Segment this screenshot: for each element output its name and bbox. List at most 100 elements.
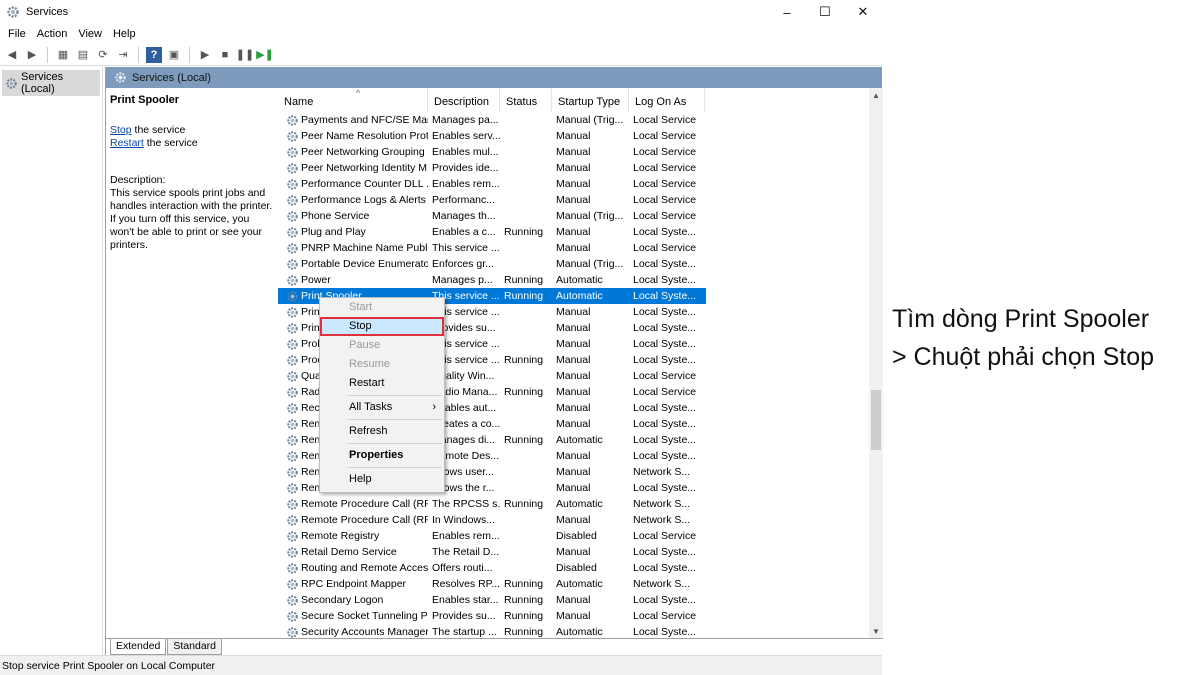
pause-service-icon[interactable]: ❚❚ bbox=[236, 47, 254, 63]
service-name: Prin bbox=[301, 322, 320, 334]
tree-label: Services (Local) bbox=[21, 71, 64, 95]
back-icon[interactable]: ◀ bbox=[4, 47, 20, 63]
service-name: Phone Service bbox=[301, 210, 370, 222]
ctx-refresh[interactable]: Refresh bbox=[320, 422, 444, 441]
service-startup-type: Manual bbox=[556, 450, 591, 462]
scroll-up-icon[interactable]: ▲ bbox=[869, 88, 883, 102]
properties-view-icon[interactable]: ▣ bbox=[166, 47, 182, 63]
service-name-cell: Secure Socket Tunneling Pr... bbox=[278, 610, 428, 623]
table-row[interactable]: Peer Networking Grouping Enables mul... Ma… bbox=[278, 144, 869, 160]
service-name: Ren bbox=[301, 418, 321, 430]
service-status: Running bbox=[504, 274, 544, 286]
ctx-help[interactable]: Help bbox=[320, 470, 444, 489]
ctx-all-tasks[interactable]: All Tasks › bbox=[320, 398, 444, 417]
refresh-icon[interactable]: ⟳ bbox=[95, 47, 111, 63]
service-name-cell: Peer Name Resolution Prot... bbox=[278, 130, 428, 143]
col-startup-type[interactable]: Startup Type bbox=[552, 88, 629, 112]
service-name-cell: Remote Registry bbox=[278, 530, 428, 543]
table-row[interactable]: Portable Device Enumerator... Enforces gr… bbox=[278, 256, 869, 272]
service-startup-type: Manual bbox=[556, 514, 591, 526]
ctx-stop[interactable]: Stop bbox=[320, 317, 444, 336]
service-gear-icon bbox=[287, 322, 298, 334]
start-service-icon[interactable]: ▶ bbox=[197, 47, 213, 63]
ctx-all-tasks-label: All Tasks bbox=[349, 401, 393, 413]
service-log-on-as: Local Service bbox=[633, 610, 697, 622]
export-list-icon[interactable]: ⇥ bbox=[115, 47, 131, 63]
service-log-on-as: Local Syste... bbox=[633, 482, 697, 494]
service-startup-type: Manual bbox=[556, 130, 591, 142]
service-description: Enables a c... bbox=[432, 226, 496, 238]
table-row[interactable]: Payments and NFC/SE Man... Manages pa... M… bbox=[278, 112, 869, 128]
table-row[interactable]: Secondary Logon Enables star... Running Man… bbox=[278, 592, 869, 608]
annotation-line-1: Tìm dòng Print Spooler bbox=[892, 305, 1150, 333]
tab-extended[interactable]: Extended bbox=[110, 639, 167, 655]
menu-file[interactable]: File bbox=[8, 28, 26, 40]
table-row[interactable]: Secure Socket Tunneling Pr... Provides su… bbox=[278, 608, 869, 624]
table-row[interactable]: Retail Demo Service The Retail D... Manual… bbox=[278, 544, 869, 560]
col-description[interactable]: Description bbox=[428, 88, 500, 112]
service-startup-type: Manual bbox=[556, 178, 591, 190]
stop-service-icon[interactable]: ■ bbox=[217, 47, 233, 63]
service-name: Performance Counter DLL ... bbox=[301, 178, 428, 190]
console-tree: Services (Local) bbox=[0, 67, 103, 655]
service-log-on-as: Local Syste... bbox=[633, 450, 697, 462]
service-name-cell: Retail Demo Service bbox=[278, 546, 428, 559]
service-startup-type: Manual bbox=[556, 594, 591, 606]
maximize-button[interactable]: ☐ bbox=[806, 0, 844, 24]
table-row[interactable]: Power Manages p... Running Automatic Local S… bbox=[278, 272, 869, 288]
stop-service-link[interactable]: Stop bbox=[110, 124, 132, 136]
ctx-restart[interactable]: Restart bbox=[320, 374, 444, 393]
restart-service-icon[interactable]: ▶❚ bbox=[256, 47, 274, 63]
table-row[interactable]: Performance Counter DLL ... Enables rem..… bbox=[278, 176, 869, 192]
service-startup-type: Disabled bbox=[556, 562, 597, 574]
service-name: Rad bbox=[301, 386, 321, 398]
menu-help[interactable]: Help bbox=[113, 28, 136, 40]
table-row[interactable]: Phone Service Manages th... Manual (Trig..… bbox=[278, 208, 869, 224]
table-row[interactable]: Routing and Remote Access Offers routi...… bbox=[278, 560, 869, 576]
services-window: Services – ☐ ✕ File Action View Help ◀ ▶… bbox=[0, 0, 883, 675]
console-view-icon[interactable]: ▤ bbox=[75, 47, 91, 63]
tree-services-local[interactable]: Services (Local) bbox=[2, 70, 100, 96]
service-startup-type: Manual bbox=[556, 322, 591, 334]
close-button[interactable]: ✕ bbox=[844, 0, 882, 24]
service-gear-icon bbox=[287, 594, 298, 606]
service-gear-icon bbox=[287, 338, 298, 350]
help-icon[interactable]: ? bbox=[146, 46, 162, 63]
show-hide-tree-icon[interactable]: ▦ bbox=[55, 47, 71, 63]
table-row[interactable]: Peer Name Resolution Prot... Enables serv… bbox=[278, 128, 869, 144]
service-startup-type: Manual bbox=[556, 418, 591, 430]
forward-icon[interactable]: ▶ bbox=[24, 47, 40, 63]
service-gear-icon bbox=[287, 114, 298, 126]
table-row[interactable]: Remote Procedure Call (RP... In Windows..… bbox=[278, 512, 869, 528]
table-row[interactable]: Remote Registry Enables rem... Disabled Loc… bbox=[278, 528, 869, 544]
tab-standard[interactable]: Standard bbox=[167, 639, 222, 655]
detail-title: Print Spooler bbox=[110, 94, 180, 106]
ctx-properties[interactable]: Properties bbox=[320, 446, 444, 465]
services-gear-icon bbox=[6, 77, 17, 89]
menu-view[interactable]: View bbox=[78, 28, 102, 40]
restart-service-link[interactable]: Restart bbox=[110, 137, 144, 149]
service-log-on-as: Network S... bbox=[633, 514, 691, 526]
table-row[interactable]: Remote Procedure Call (RPC) The RPCSS s..… bbox=[278, 496, 869, 512]
menu-action[interactable]: Action bbox=[37, 28, 68, 40]
table-row[interactable]: RPC Endpoint Mapper Resolves RP... Running… bbox=[278, 576, 869, 592]
service-startup-type: Manual (Trig... bbox=[556, 210, 624, 222]
table-row[interactable]: Plug and Play Enables a c... Running Manual… bbox=[278, 224, 869, 240]
scroll-down-icon[interactable]: ▼ bbox=[869, 624, 883, 638]
detail-stop-line: Stop the service bbox=[110, 124, 274, 137]
col-log-on-as[interactable]: Log On As bbox=[629, 88, 705, 112]
service-gear-icon bbox=[287, 386, 298, 398]
service-name: Ren bbox=[301, 450, 321, 462]
scroll-thumb[interactable] bbox=[871, 390, 881, 450]
service-gear-icon bbox=[287, 434, 298, 446]
vertical-scrollbar[interactable]: ▲ ▼ bbox=[869, 88, 883, 638]
table-row[interactable]: Performance Logs & Alerts Performanc... Ma… bbox=[278, 192, 869, 208]
table-row[interactable]: PNRP Machine Name Publi... This service .… bbox=[278, 240, 869, 256]
submenu-arrow-icon: › bbox=[432, 401, 436, 413]
col-name[interactable]: ^ Name bbox=[278, 88, 428, 112]
table-row[interactable]: Peer Networking Identity M... Provides id… bbox=[278, 160, 869, 176]
service-description: Enforces gr... bbox=[432, 258, 494, 270]
minimize-button[interactable]: – bbox=[768, 0, 806, 24]
service-gear-icon bbox=[287, 306, 298, 318]
col-status[interactable]: Status bbox=[500, 88, 552, 112]
